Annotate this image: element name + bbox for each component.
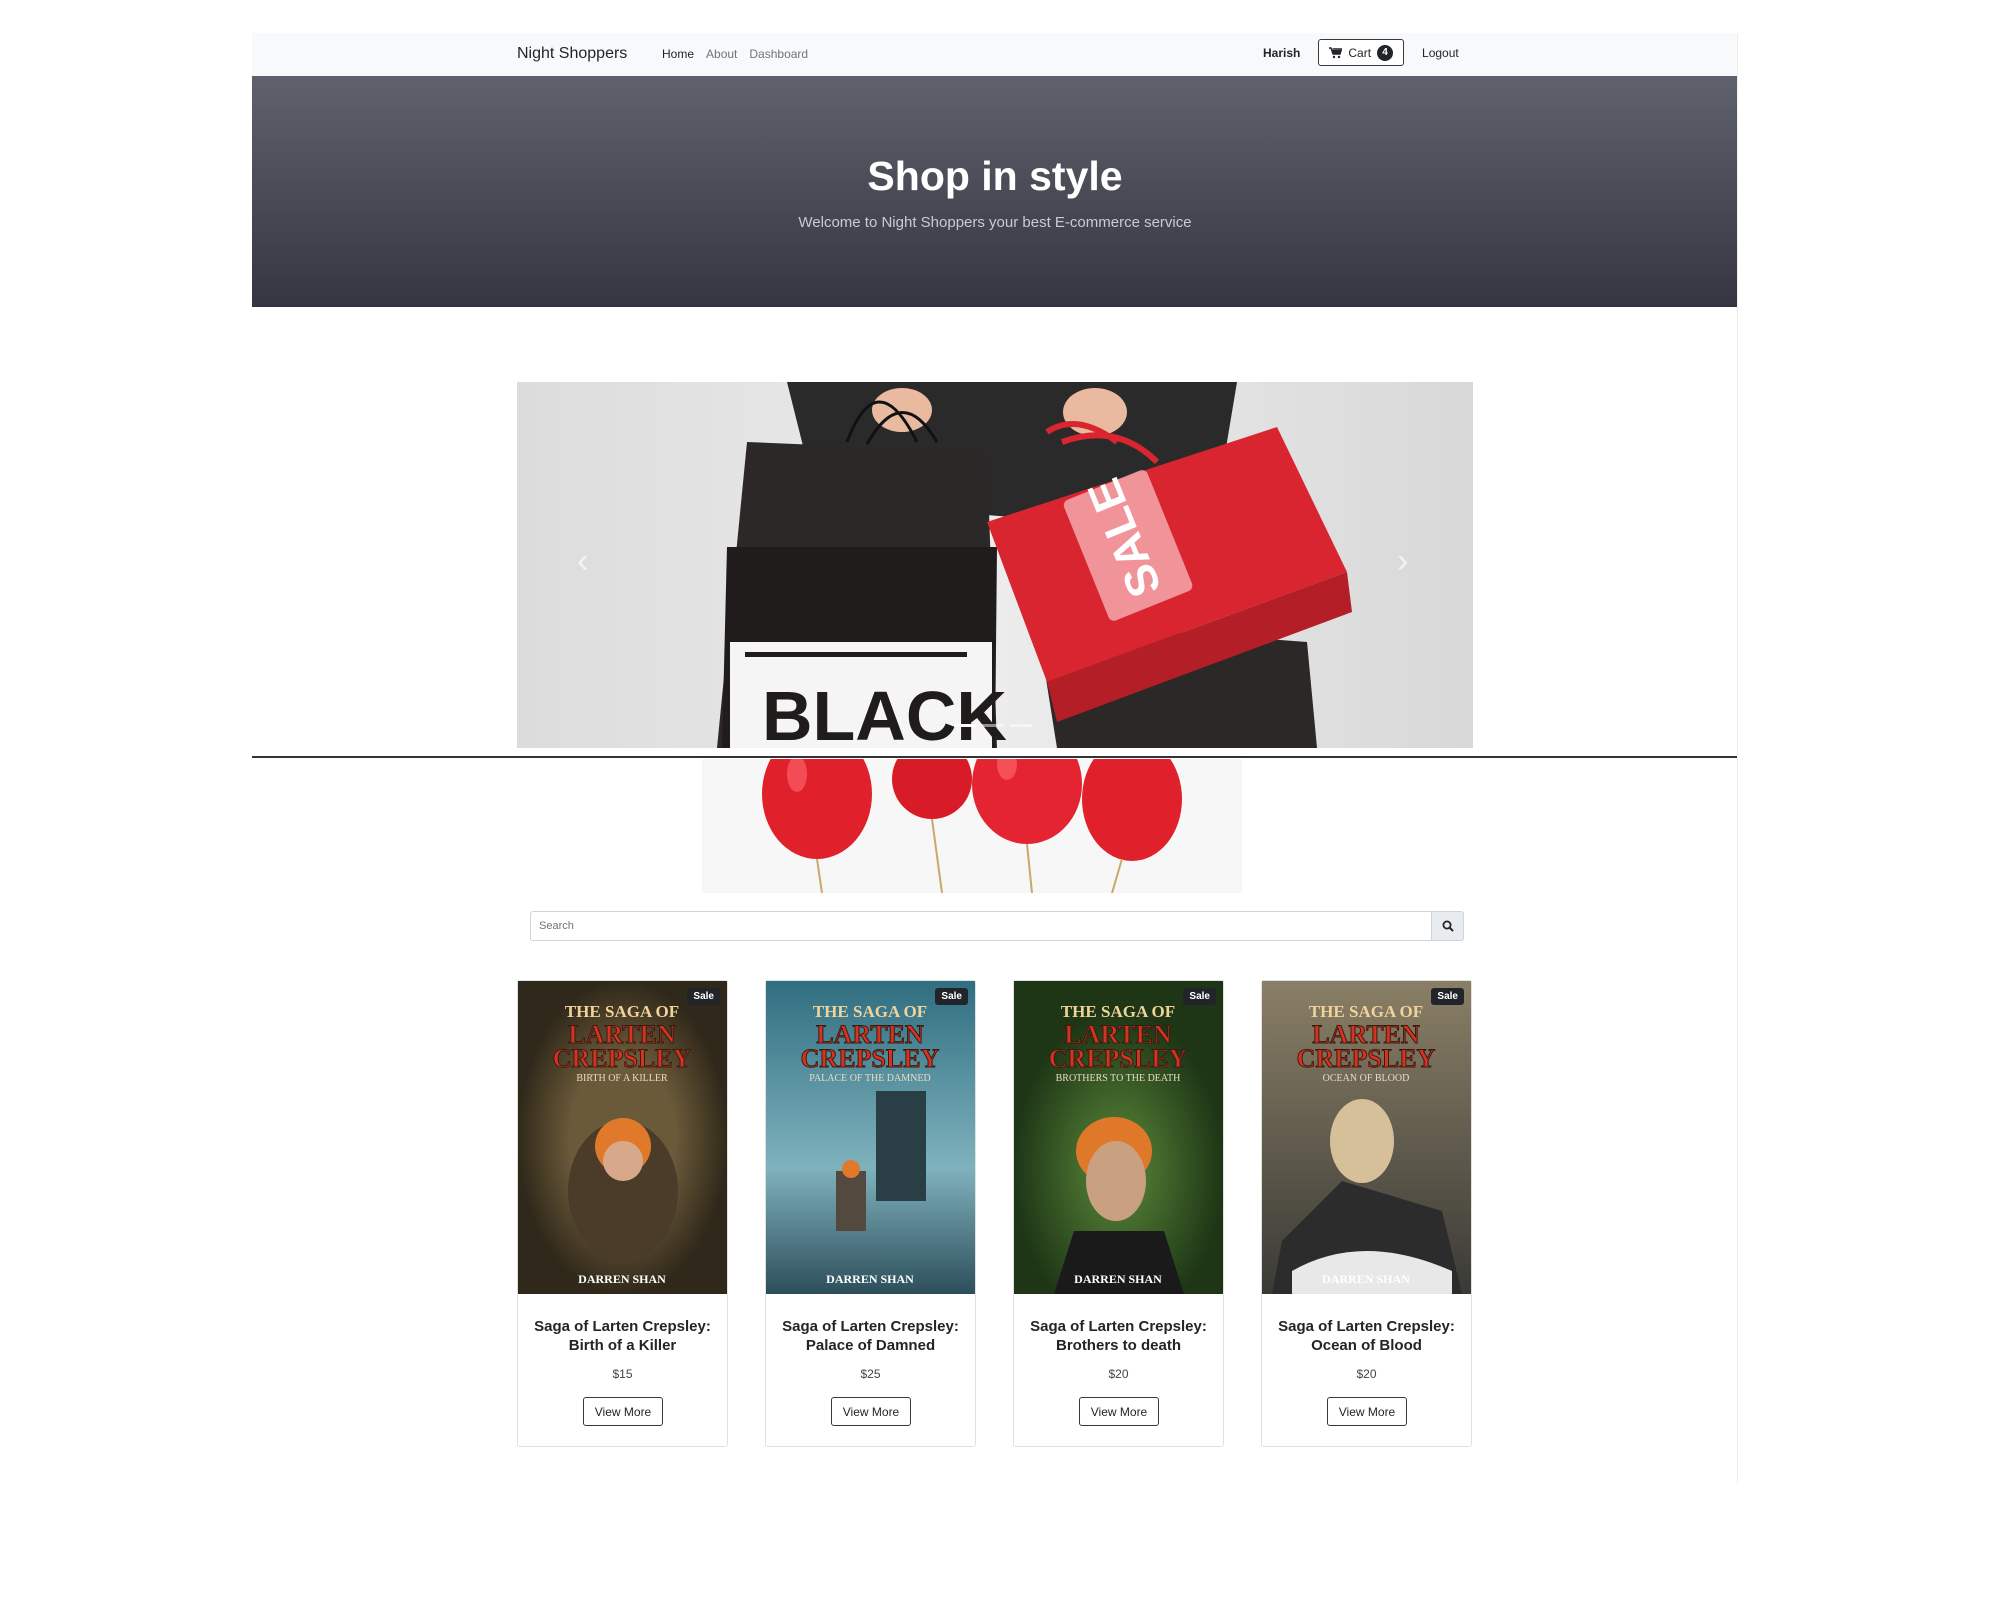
carousel-indicator[interactable] (1010, 724, 1032, 727)
svg-text:BLACK: BLACK (762, 677, 1007, 748)
page: Night Shoppers Home About Dashboard Hari… (252, 33, 1738, 1483)
carousel-indicator[interactable] (982, 724, 1004, 727)
balloons-graphic (702, 759, 1242, 893)
svg-text:DARREN SHAN: DARREN SHAN (826, 1272, 914, 1286)
view-more-button[interactable]: View More (1079, 1397, 1159, 1426)
carousel-next-icon[interactable]: › (1397, 542, 1408, 581)
product-cover-image[interactable]: THE SAGA OF LARTEN CREPSLEY BROTHERS TO … (1014, 981, 1223, 1294)
product-price: $15 (612, 1367, 633, 1381)
svg-text:DARREN SHAN: DARREN SHAN (1322, 1272, 1410, 1286)
sale-badge: Sale (1431, 988, 1464, 1005)
svg-text:THE SAGA OF: THE SAGA OF (1309, 1002, 1423, 1021)
balloons-image (702, 759, 1242, 893)
product-cover-image[interactable]: THE SAGA OF LARTEN CREPSLEY OCEAN OF BLO… (1262, 981, 1471, 1294)
nav-dashboard[interactable]: Dashboard (749, 47, 808, 61)
carousel-indicators (954, 724, 1032, 727)
nav-about[interactable]: About (706, 47, 737, 61)
product-price: $25 (860, 1367, 881, 1381)
hero-subtitle: Welcome to Night Shoppers your best E-co… (798, 214, 1192, 231)
brand-logo[interactable]: Night Shoppers (517, 45, 627, 63)
product-card: THE SAGA OF LARTEN CREPSLEY BIRTH OF A K… (517, 980, 728, 1447)
product-grid: THE SAGA OF LARTEN CREPSLEY BIRTH OF A K… (517, 980, 1472, 1447)
hero-banner: Shop in style Welcome to Night Shoppers … (252, 76, 1738, 307)
section-divider (252, 756, 1738, 758)
cart-label: Cart (1348, 45, 1372, 60)
product-card: THE SAGA OF LARTEN CREPSLEY BROTHERS TO … (1013, 980, 1224, 1447)
view-more-button[interactable]: View More (583, 1397, 663, 1426)
search-input[interactable] (530, 911, 1432, 941)
product-card: THE SAGA OF LARTEN CREPSLEY PALACE OF TH… (765, 980, 976, 1447)
page-edge (1737, 33, 1738, 1483)
sale-badge: Sale (1183, 988, 1216, 1005)
svg-text:CREPSLEY: CREPSLEY (1297, 1044, 1436, 1073)
svg-text:DARREN SHAN: DARREN SHAN (1074, 1272, 1162, 1286)
navbar: Night Shoppers Home About Dashboard Hari… (252, 33, 1738, 76)
product-price: $20 (1108, 1367, 1129, 1381)
product-card: THE SAGA OF LARTEN CREPSLEY OCEAN OF BLO… (1261, 980, 1472, 1447)
svg-text:BROTHERS TO THE DEATH: BROTHERS TO THE DEATH (1056, 1073, 1181, 1084)
svg-text:OCEAN OF BLOOD: OCEAN OF BLOOD (1323, 1073, 1410, 1084)
carousel-indicator[interactable] (954, 724, 976, 727)
product-cover-image[interactable]: THE SAGA OF LARTEN CREPSLEY BIRTH OF A K… (518, 981, 727, 1294)
search-bar (530, 911, 1464, 941)
svg-text:CREPSLEY: CREPSLEY (1049, 1044, 1188, 1073)
sale-badge: Sale (687, 988, 720, 1005)
logout-link[interactable]: Logout (1422, 46, 1459, 60)
carousel-prev-icon[interactable]: ‹ (577, 542, 588, 581)
view-more-button[interactable]: View More (831, 1397, 911, 1426)
product-title: Saga of Larten Crepsley: Palace of Damne… (782, 1318, 959, 1354)
svg-text:CREPSLEY: CREPSLEY (553, 1044, 692, 1073)
nav-links: Home About Dashboard (662, 47, 808, 61)
product-title: Saga of Larten Crepsley: Birth of a Kill… (534, 1318, 711, 1354)
nav-right: Harish Cart 4 Logout (1263, 39, 1459, 66)
nav-home[interactable]: Home (662, 47, 694, 61)
cart-count-badge: 4 (1377, 44, 1394, 61)
user-name[interactable]: Harish (1263, 46, 1300, 60)
hero-title: Shop in style (867, 153, 1123, 199)
product-cover-image[interactable]: THE SAGA OF LARTEN CREPSLEY PALACE OF TH… (766, 981, 975, 1294)
sale-badge: Sale (935, 988, 968, 1005)
svg-text:THE SAGA OF: THE SAGA OF (1061, 1002, 1175, 1021)
product-title: Saga of Larten Crepsley: Brothers to dea… (1030, 1318, 1207, 1354)
svg-text:THE SAGA OF: THE SAGA OF (565, 1002, 679, 1021)
svg-text:CREPSLEY: CREPSLEY (801, 1044, 940, 1073)
svg-text:PALACE OF THE DAMNED: PALACE OF THE DAMNED (809, 1073, 930, 1084)
cart-button[interactable]: Cart 4 (1318, 39, 1405, 66)
carousel-slide-image: BLACK SALE (517, 382, 1473, 748)
svg-text:DARREN SHAN: DARREN SHAN (578, 1272, 666, 1286)
search-icon (1442, 920, 1454, 932)
svg-text:THE SAGA OF: THE SAGA OF (813, 1002, 927, 1021)
promo-carousel: BLACK SALE ‹ › (517, 382, 1473, 748)
product-title: Saga of Larten Crepsley: Ocean of Blood (1278, 1318, 1455, 1354)
view-more-button[interactable]: View More (1327, 1397, 1407, 1426)
svg-text:BIRTH OF A KILLER: BIRTH OF A KILLER (576, 1073, 668, 1084)
product-price: $20 (1356, 1367, 1377, 1381)
cart-icon (1329, 46, 1343, 58)
search-button[interactable] (1432, 911, 1464, 941)
